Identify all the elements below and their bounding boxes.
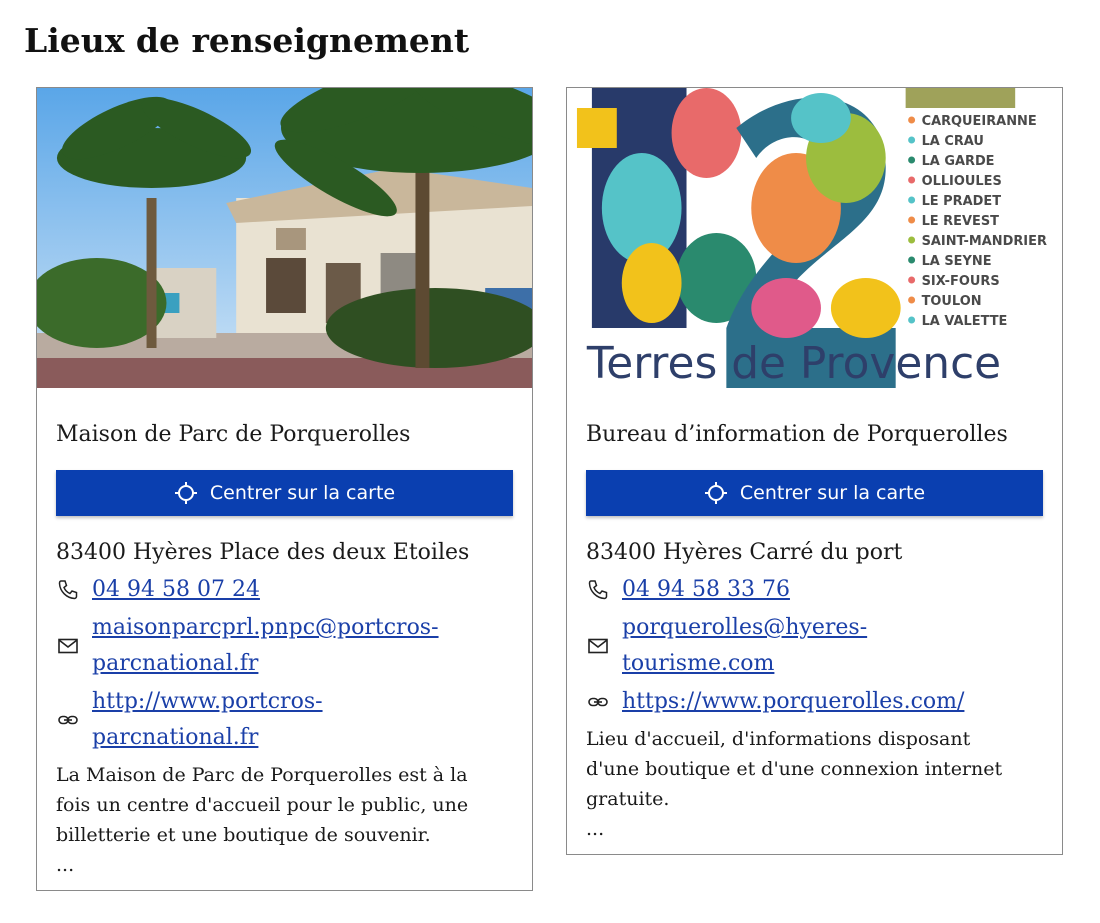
crosshair-icon	[174, 482, 197, 504]
phone-icon	[58, 580, 78, 600]
page-title: Lieux de renseignement	[24, 21, 470, 60]
svg-text:LE REVEST: LE REVEST	[922, 214, 1000, 229]
place-description: Lieu d'accueil, d'informations disposant…	[586, 728, 1003, 810]
svg-text:SAINT-MANDRIER: SAINT-MANDRIER	[922, 234, 1047, 249]
svg-text:LA GARDE: LA GARDE	[922, 154, 995, 169]
place-address: 83400 Hyères Carré du port	[586, 540, 903, 565]
email-row: maisonparcprl.pnpc@portcros-parcnational…	[56, 610, 513, 682]
center-on-map-label: Centrer sur la carte	[739, 482, 926, 504]
place-name: Bureau d’information de Porquerolles	[586, 422, 1008, 447]
svg-text:LA VALETTE: LA VALETTE	[922, 314, 1008, 329]
poster-brand-text: Terres de Provence	[586, 338, 1001, 388]
website-link[interactable]: https://www.porquerolles.com/	[622, 684, 964, 720]
phone-row: 04 94 58 33 76	[586, 572, 1043, 608]
phone-link[interactable]: 04 94 58 33 76	[622, 572, 790, 608]
phone-row: 04 94 58 07 24	[56, 572, 513, 608]
place-poster: CARQUEIRANNE LA CRAU LA GARDE OLLIOULES …	[567, 88, 1062, 388]
svg-text:LA CRAU: LA CRAU	[922, 134, 984, 149]
link-icon	[588, 697, 608, 707]
poster-town-text: CARQUEIRANNE	[922, 114, 1037, 129]
svg-text:LA SEYNE: LA SEYNE	[922, 254, 992, 269]
link-icon	[58, 715, 78, 725]
place-card: CARQUEIRANNE LA CRAU LA GARDE OLLIOULES …	[566, 87, 1063, 855]
center-on-map-button[interactable]: Centrer sur la carte	[586, 470, 1043, 516]
mail-icon	[588, 638, 608, 654]
center-on-map-button[interactable]: Centrer sur la carte	[56, 470, 513, 516]
more-ellipsis: ...	[586, 818, 605, 840]
center-on-map-label: Centrer sur la carte	[209, 482, 396, 504]
website-link[interactable]: http://www.portcros-parcnational.fr	[92, 684, 323, 756]
mail-icon	[58, 638, 78, 654]
place-name: Maison de Parc de Porquerolles	[56, 422, 411, 447]
email-link[interactable]: porquerolles@hyeres-tourisme.com	[622, 610, 867, 682]
more-ellipsis: ...	[56, 854, 75, 876]
email-row: porquerolles@hyeres-tourisme.com	[586, 610, 1043, 682]
website-row: https://www.porquerolles.com/	[586, 684, 1043, 720]
phone-icon	[588, 580, 608, 600]
crosshair-icon	[704, 482, 727, 504]
place-address: 83400 Hyères Place des deux Etoiles	[56, 540, 470, 565]
svg-text:SIX-FOURS: SIX-FOURS	[922, 274, 1000, 289]
place-photo	[37, 88, 532, 388]
email-link[interactable]: maisonparcprl.pnpc@portcros-parcnational…	[92, 610, 439, 682]
palm-building-photo	[37, 88, 532, 388]
terres-de-provence-poster: CARQUEIRANNE LA CRAU LA GARDE OLLIOULES …	[567, 88, 1062, 388]
svg-text:OLLIOULES: OLLIOULES	[922, 174, 1002, 189]
svg-text:LE PRADET: LE PRADET	[922, 194, 1002, 209]
svg-text:TOULON: TOULON	[922, 294, 982, 309]
place-card: Maison de Parc de Porquerolles Centrer s…	[36, 87, 533, 891]
phone-link[interactable]: 04 94 58 07 24	[92, 572, 260, 608]
website-row: http://www.portcros-parcnational.fr	[56, 684, 513, 756]
place-description: La Maison de Parc de Porquerolles est à …	[56, 764, 469, 846]
